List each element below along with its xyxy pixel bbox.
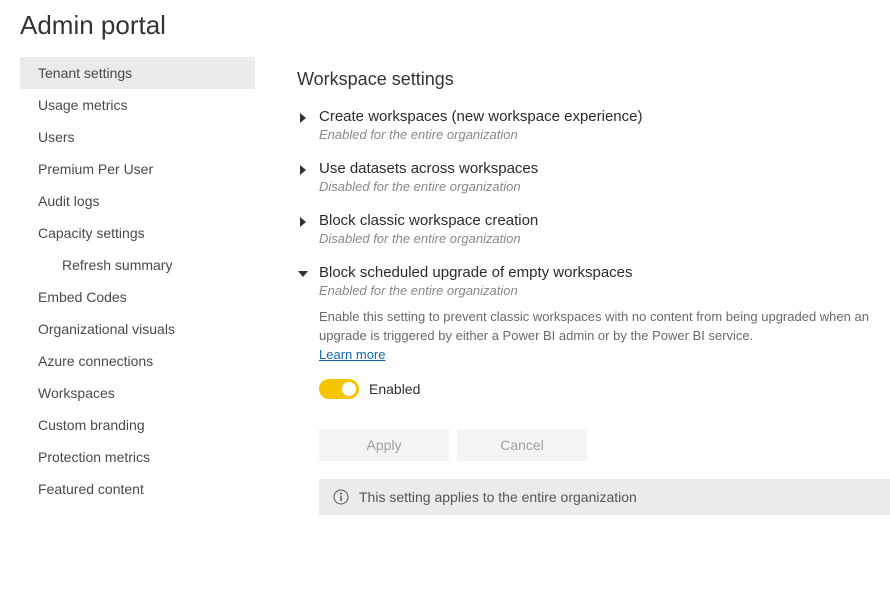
sidebar-item-label: Usage metrics — [38, 97, 127, 113]
sidebar-item-protection-metrics[interactable]: Protection metrics — [20, 441, 255, 473]
sidebar-item-label: Premium Per User — [38, 161, 153, 177]
sidebar-item-azure-connections[interactable]: Azure connections — [20, 345, 255, 377]
setting-status: Enabled for the entire organization — [319, 283, 633, 298]
sidebar-item-label: Workspaces — [38, 385, 115, 401]
section-heading: Workspace settings — [297, 69, 890, 90]
action-row: Apply Cancel — [297, 429, 890, 461]
content-panel: Workspace settings Create workspaces (ne… — [255, 57, 890, 515]
setting-status: Disabled for the entire organization — [319, 179, 538, 194]
toggle-label: Enabled — [369, 381, 420, 397]
learn-more-link[interactable]: Learn more — [319, 347, 385, 362]
sidebar-item-label: Refresh summary — [62, 257, 172, 273]
sidebar-item-label: Custom branding — [38, 417, 145, 433]
sidebar-item-users[interactable]: Users — [20, 121, 255, 153]
sidebar-item-label: Organizational visuals — [38, 321, 175, 337]
sidebar-item-organizational-visuals[interactable]: Organizational visuals — [20, 313, 255, 345]
setting-title: Use datasets across workspaces — [319, 160, 538, 177]
chevron-right-icon[interactable] — [297, 112, 309, 124]
setting-title: Block classic workspace creation — [319, 212, 538, 229]
enabled-toggle[interactable] — [319, 379, 359, 399]
sidebar-item-label: Embed Codes — [38, 289, 127, 305]
sidebar-item-tenant-settings[interactable]: Tenant settings — [20, 57, 255, 89]
setting-title: Create workspaces (new workspace experie… — [319, 108, 642, 125]
setting-header[interactable]: Block scheduled upgrade of empty workspa… — [297, 264, 890, 298]
setting-header[interactable]: Block classic workspace creation Disable… — [297, 212, 890, 246]
setting-status: Enabled for the entire organization — [319, 127, 642, 142]
sidebar-item-label: Tenant settings — [38, 65, 132, 81]
setting-status: Disabled for the entire organization — [319, 231, 538, 246]
sidebar-item-premium-per-user[interactable]: Premium Per User — [20, 153, 255, 185]
apply-button[interactable]: Apply — [319, 429, 449, 461]
sidebar-item-label: Featured content — [38, 481, 144, 497]
notice-bar: This setting applies to the entire organ… — [319, 479, 890, 515]
cancel-button[interactable]: Cancel — [457, 429, 587, 461]
chevron-right-icon[interactable] — [297, 216, 309, 228]
info-icon — [333, 489, 349, 505]
chevron-right-icon[interactable] — [297, 164, 309, 176]
page-title: Admin portal — [0, 0, 890, 57]
sidebar-item-label: Capacity settings — [38, 225, 145, 241]
sidebar-item-capacity-settings[interactable]: Capacity settings — [20, 217, 255, 249]
sidebar-item-workspaces[interactable]: Workspaces — [20, 377, 255, 409]
sidebar-item-refresh-summary[interactable]: Refresh summary — [20, 249, 255, 281]
setting-header[interactable]: Create workspaces (new workspace experie… — [297, 108, 890, 142]
chevron-down-icon[interactable] — [297, 268, 309, 280]
sidebar: Tenant settings Usage metrics Users Prem… — [20, 57, 255, 515]
sidebar-item-audit-logs[interactable]: Audit logs — [20, 185, 255, 217]
notice-text: This setting applies to the entire organ… — [359, 489, 637, 505]
setting-title: Block scheduled upgrade of empty workspa… — [319, 264, 633, 281]
sidebar-item-featured-content[interactable]: Featured content — [20, 473, 255, 505]
setting-use-datasets-across-workspaces: Use datasets across workspaces Disabled … — [297, 160, 890, 194]
sidebar-item-label: Azure connections — [38, 353, 153, 369]
setting-create-workspaces: Create workspaces (new workspace experie… — [297, 108, 890, 142]
sidebar-item-label: Protection metrics — [38, 449, 150, 465]
setting-block-classic-workspace-creation: Block classic workspace creation Disable… — [297, 212, 890, 246]
sidebar-item-label: Users — [38, 129, 75, 145]
setting-description: Enable this setting to prevent classic w… — [319, 309, 869, 343]
setting-body: Enable this setting to prevent classic w… — [297, 308, 890, 399]
sidebar-item-label: Audit logs — [38, 193, 99, 209]
sidebar-item-custom-branding[interactable]: Custom branding — [20, 409, 255, 441]
toggle-row: Enabled — [319, 379, 890, 399]
setting-header[interactable]: Use datasets across workspaces Disabled … — [297, 160, 890, 194]
setting-block-scheduled-upgrade: Block scheduled upgrade of empty workspa… — [297, 264, 890, 399]
sidebar-item-usage-metrics[interactable]: Usage metrics — [20, 89, 255, 121]
sidebar-item-embed-codes[interactable]: Embed Codes — [20, 281, 255, 313]
